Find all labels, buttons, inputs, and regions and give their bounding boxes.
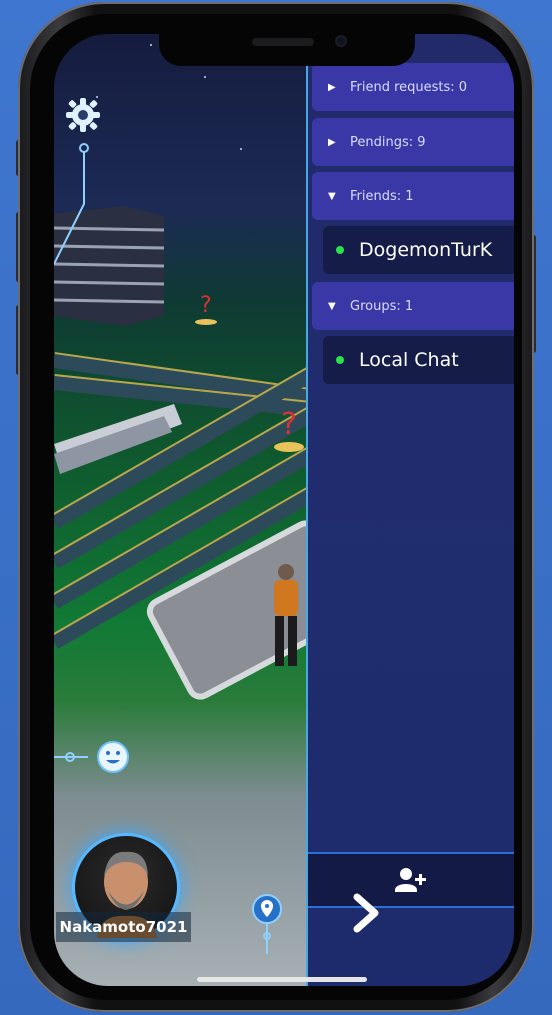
- section-label: Groups: 1: [350, 298, 414, 314]
- friend-item[interactable]: DogemonTurK: [323, 226, 514, 274]
- add-friend-button[interactable]: [308, 852, 514, 908]
- svg-text:?: ?: [200, 293, 212, 318]
- section-friend-requests[interactable]: ▶ Friend requests: 0: [312, 63, 514, 111]
- section-label: Friend requests: 0: [350, 79, 468, 95]
- section-label: Friends: 1: [350, 188, 414, 204]
- collapse-triangle-icon: ▼: [328, 300, 336, 312]
- chevron-right-icon: [353, 893, 379, 933]
- online-status-dot: [336, 356, 344, 364]
- front-camera: [335, 35, 347, 47]
- home-indicator[interactable]: [197, 977, 367, 982]
- warehouse-building: [54, 404, 182, 474]
- collapse-triangle-icon: ▼: [328, 190, 336, 202]
- section-groups[interactable]: ▼ Groups: 1: [312, 282, 514, 330]
- emoji-smile-icon[interactable]: [96, 740, 130, 774]
- online-status-dot: [336, 246, 344, 254]
- quest-marker-icon[interactable]: ?: [194, 292, 218, 326]
- emoji-connector-line: [54, 752, 88, 762]
- location-pin-icon[interactable]: [252, 894, 282, 954]
- settings-gear-icon[interactable]: [64, 96, 102, 134]
- settings-connector-line: [54, 143, 89, 265]
- svg-text:?: ?: [281, 407, 297, 442]
- quest-marker-icon[interactable]: ?: [272, 404, 306, 454]
- section-pendings[interactable]: ▶ Pendings: 9: [312, 118, 514, 166]
- section-label: Pendings: 9: [350, 134, 426, 150]
- group-name: Local Chat: [359, 349, 459, 371]
- player-username: Nakamoto7021: [56, 912, 191, 942]
- section-friends[interactable]: ▼ Friends: 1: [312, 172, 514, 220]
- next-button[interactable]: [346, 893, 386, 933]
- expand-triangle-icon: ▶: [328, 136, 336, 148]
- player-character: [274, 564, 298, 666]
- friends-panel: ▶ Friend requests: 0 ▶ Pendings: 9 ▼ Fri…: [308, 34, 514, 986]
- phone-speaker: [252, 38, 314, 46]
- expand-triangle-icon: ▶: [328, 81, 336, 93]
- group-item[interactable]: Local Chat: [323, 336, 514, 384]
- add-user-icon: [395, 868, 426, 892]
- friend-name: DogemonTurK: [359, 239, 493, 261]
